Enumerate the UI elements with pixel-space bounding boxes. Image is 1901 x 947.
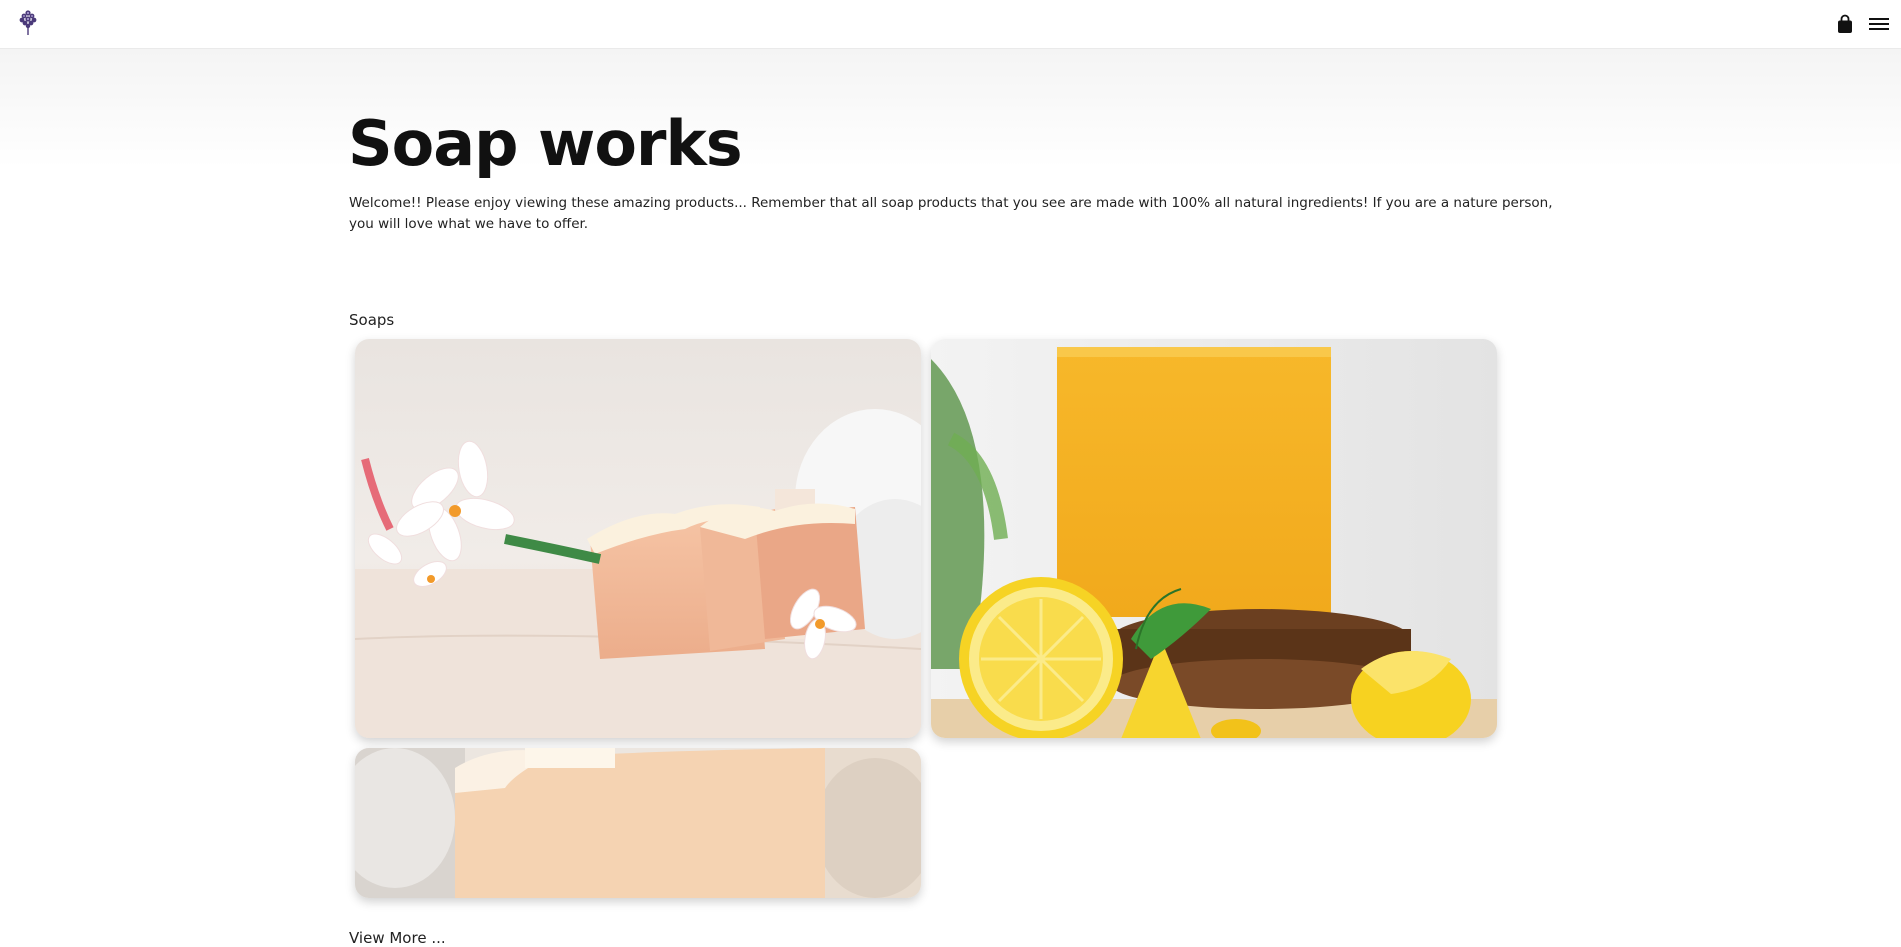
- view-more-link[interactable]: View More ...: [349, 929, 446, 947]
- top-navigation-bar: [0, 0, 1901, 48]
- page-title: Soap works: [348, 107, 743, 180]
- cream-soap-image: [355, 748, 921, 898]
- peach-soap-image: [355, 339, 921, 738]
- shopping-bag-icon[interactable]: [1836, 14, 1854, 34]
- lemon-soap-image: [931, 339, 1497, 738]
- section-label-soaps: Soaps: [349, 311, 395, 329]
- product-card-peach-soap[interactable]: [355, 339, 921, 738]
- product-card-cream-soap[interactable]: [355, 748, 921, 898]
- hero-background: [0, 48, 1901, 168]
- lavender-logo-icon[interactable]: [16, 8, 40, 36]
- product-card-lemon-soap[interactable]: [931, 339, 1497, 738]
- hamburger-menu-icon[interactable]: [1868, 16, 1890, 32]
- intro-text: Welcome!! Please enjoy viewing these ama…: [349, 195, 1553, 232]
